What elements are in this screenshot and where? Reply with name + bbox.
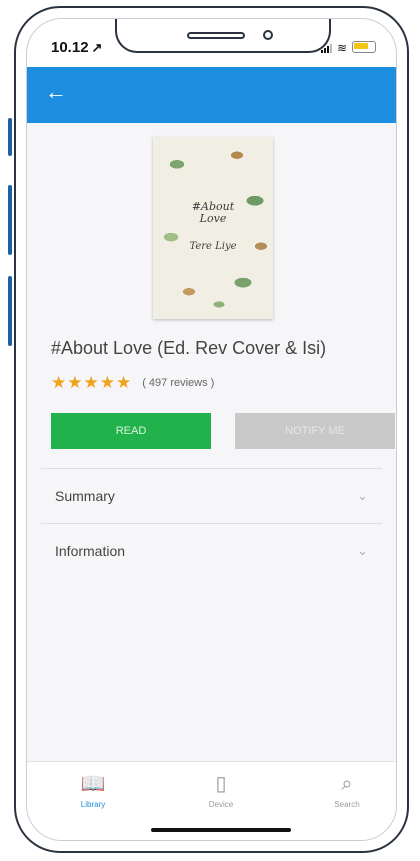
divider (41, 468, 382, 469)
tab-library[interactable]: 📖 Library (53, 772, 133, 809)
bottom-tab-bar: 📖 Library ▯ Device ⌕ Search (27, 761, 396, 840)
notch (115, 19, 331, 53)
book-title: #About Love (Ed. Rev Cover & Isi) (51, 338, 327, 358)
read-button[interactable]: READ (51, 413, 211, 449)
chevron-down-icon: ⌄ (357, 488, 368, 503)
wifi-icon: ≋ (336, 41, 347, 55)
divider (41, 523, 382, 524)
back-arrow-icon[interactable]: ← (45, 79, 67, 105)
location-arrow-icon: ↗ (91, 40, 103, 55)
cover-title: #About Love (191, 200, 235, 225)
signal-icon (320, 44, 332, 53)
information-section[interactable]: Information ⌄ (55, 529, 368, 573)
device-icon: ▯ (215, 773, 227, 795)
app-bar: ← (27, 67, 396, 123)
system-icons: ≋ (320, 41, 376, 55)
tab-device[interactable]: ▯ Device (181, 772, 261, 809)
summary-section[interactable]: Summary ⌄ (55, 474, 368, 518)
speaker (187, 32, 245, 39)
status-bar: 10.12 ↗ ≋ (27, 19, 396, 67)
tab-library-label: Library (80, 800, 106, 809)
home-indicator[interactable] (151, 828, 291, 832)
tab-search[interactable]: ⌕ Search (307, 772, 387, 809)
screen: 10.12 ↗ ≋ ← #About Love Tere Liye #About… (26, 18, 397, 841)
summary-label: Summary (55, 488, 115, 504)
side-button-volume-up (8, 185, 12, 255)
cover-author: Tere Liye (189, 241, 237, 252)
information-label: Information (55, 543, 126, 559)
status-time: 10.12 ↗ (51, 39, 102, 56)
notify-me-button[interactable]: NOTIFY ME (235, 413, 395, 449)
review-count: ( 497 reviews ) (142, 377, 215, 389)
book-open-icon: 📖 (80, 773, 106, 795)
star-rating-icon: ★★★★★ (51, 373, 133, 392)
book-detail-content: #About Love Tere Liye #About Love (Ed. R… (27, 123, 396, 762)
phone-frame: 10.12 ↗ ≋ ← #About Love Tere Liye #About… (14, 6, 409, 853)
tab-device-label: Device (208, 800, 234, 809)
front-camera (263, 30, 273, 40)
side-button-volume-down (8, 276, 12, 346)
tab-search-label: Search (334, 800, 360, 809)
chevron-down-icon: ⌄ (357, 543, 368, 558)
side-button-top (8, 118, 12, 156)
search-icon: ⌕ (341, 773, 353, 795)
status-time-text: 10.12 (51, 39, 89, 56)
rating-row: ★★★★★ ( 497 reviews ) (51, 373, 214, 393)
book-cover-image: #About Love Tere Liye (153, 137, 273, 319)
battery-icon (352, 41, 376, 53)
